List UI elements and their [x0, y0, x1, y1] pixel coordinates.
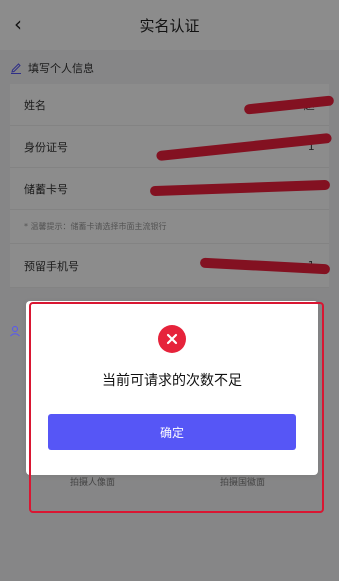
portrait-side-label[interactable]: 拍摄人像面	[70, 475, 115, 488]
id-photo-labels: 拍摄人像面 拍摄国徽面	[26, 475, 318, 495]
confirm-button[interactable]: 确定	[48, 414, 296, 450]
person-icon	[9, 322, 21, 337]
emblem-side-label[interactable]: 拍摄国徽面	[220, 475, 265, 488]
error-dialog: 当前可请求的次数不足 确定	[26, 301, 318, 475]
close-circle-icon	[158, 325, 186, 353]
dialog-message: 当前可请求的次数不足	[102, 373, 242, 389]
